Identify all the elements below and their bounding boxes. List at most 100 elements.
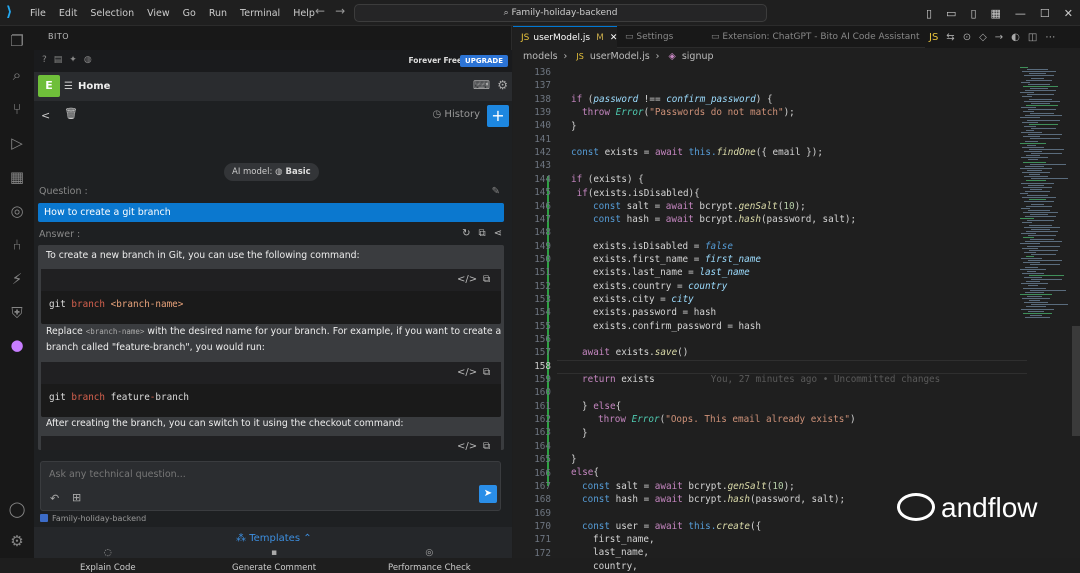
run-debug-icon[interactable]: ▷ <box>0 132 34 154</box>
menu-selection[interactable]: Selection <box>90 8 134 19</box>
extensions-icon[interactable]: ▦ <box>0 166 34 188</box>
templates-toggle[interactable]: ⁂ Templates ⌃ <box>236 533 312 544</box>
chat-icon[interactable]: ▤ <box>54 55 63 65</box>
copy-code-icon[interactable]: ⧉ <box>483 274 490 285</box>
undo-icon[interactable]: ↶ <box>50 492 59 505</box>
send-button[interactable]: ➤ <box>479 485 497 503</box>
menu-run[interactable]: Run <box>209 8 227 19</box>
menu-view[interactable]: View <box>147 8 170 19</box>
tab-extension[interactable]: ▭ Extension: ChatGPT - Bito AI Code Assi… <box>703 26 921 48</box>
remote-icon[interactable]: ◎ <box>0 200 34 222</box>
lightning-icon[interactable]: ⚡ <box>0 268 34 290</box>
minimap-line <box>1023 312 1052 314</box>
settings-tab-icon: ▭ <box>625 32 637 42</box>
layout-panel-icon[interactable]: ▭ <box>946 7 956 20</box>
new-chat-button[interactable]: + <box>487 105 509 127</box>
minimap[interactable] <box>1020 67 1072 327</box>
back-arrow-icon[interactable]: ← <box>315 4 325 18</box>
layout-sidebar-icon[interactable]: ▯ <box>926 7 932 20</box>
performance-icon: ◎ <box>425 548 434 558</box>
copy-code-icon[interactable]: ⧉ <box>483 367 490 378</box>
minimap-line <box>1025 190 1050 192</box>
git-graph-icon[interactable]: ⑃ <box>0 234 34 256</box>
gear-icon[interactable]: ⚙ <box>0 530 34 552</box>
question-input[interactable]: Ask any technical question... ↶ ⊞ ➤ <box>40 461 501 511</box>
line-number: 152 <box>534 281 551 292</box>
diff-icon[interactable]: ◇ <box>979 32 987 43</box>
ai-model-selector[interactable]: AI model: ◍ Basic <box>224 163 319 181</box>
minimap-line <box>1024 75 1054 77</box>
code-view-icon[interactable]: </> <box>457 367 477 378</box>
template-generate-comment[interactable]: ▪ Generate Comment <box>232 548 316 573</box>
trash-icon[interactable]: 🗑 <box>64 107 78 120</box>
code-line-143: if (exists) { <box>571 174 644 185</box>
share-answer-icon[interactable]: ⋖ <box>494 228 502 239</box>
menu-edit[interactable]: Edit <box>59 8 77 19</box>
layout-grid-icon[interactable]: ▦ <box>991 7 1001 20</box>
regenerate-icon[interactable]: ↻ <box>462 228 470 239</box>
github-icon[interactable]: ◐ <box>1011 32 1020 43</box>
layout-secondary-icon[interactable]: ▯ <box>970 7 976 20</box>
menu-bar: File Edit Selection View Go Run Terminal… <box>30 0 328 26</box>
command-center-search[interactable]: ⌕ Family-holiday-backend <box>354 4 767 22</box>
minimap-line <box>1029 174 1040 176</box>
breadcrumb-file[interactable]: userModel.js <box>590 51 650 62</box>
line-number: 154 <box>534 307 551 318</box>
minimap-line <box>1024 151 1042 152</box>
menu-file[interactable]: File <box>30 8 46 19</box>
maximize-icon[interactable]: ☐ <box>1040 7 1050 20</box>
minimap-line <box>1025 216 1056 218</box>
history-button[interactable]: ◷ History <box>433 109 480 120</box>
code-view-icon[interactable]: </> <box>457 441 477 450</box>
explorer-icon[interactable]: ❐ <box>0 30 34 52</box>
bito-icon[interactable]: ● <box>0 334 34 356</box>
open-changes-icon[interactable]: ⊙ <box>963 32 971 43</box>
globe-icon[interactable]: ◍ <box>84 55 92 65</box>
code-view-icon[interactable]: </> <box>457 274 477 285</box>
minimap-line <box>1030 289 1066 291</box>
forward-arrow-icon[interactable]: → <box>335 4 345 18</box>
template-performance-check[interactable]: ◎ Performance Check <box>388 548 471 573</box>
menu-go[interactable]: Go <box>183 8 196 19</box>
source-control-icon[interactable]: ⑂ <box>0 98 34 120</box>
breadcrumb-signup[interactable]: signup <box>682 51 714 62</box>
line-number: 156 <box>534 334 551 345</box>
menu-help[interactable]: Help <box>293 8 315 19</box>
minimize-icon[interactable]: — <box>1015 7 1026 20</box>
tab-settings[interactable]: ▭ Settings <box>617 26 701 48</box>
help-icon[interactable]: ? <box>42 55 47 65</box>
menu-terminal[interactable]: Terminal <box>240 8 280 19</box>
minimap-line <box>1023 111 1034 113</box>
edit-icon[interactable]: ✎ <box>492 186 500 197</box>
line-number: 167 <box>534 481 551 492</box>
workspace-label: Family-holiday-backend <box>40 514 146 523</box>
upgrade-button[interactable]: UPGRADE <box>460 55 508 67</box>
account-icon[interactable]: ◯ <box>0 498 34 520</box>
shield-icon[interactable]: ⛨ <box>0 302 34 324</box>
search-icon[interactable]: ⌕ <box>0 64 34 86</box>
home-tab[interactable]: ☰ Home <box>64 72 110 101</box>
share-icon[interactable]: < <box>41 109 50 122</box>
tab-usermodel[interactable]: JS userModel.js M ✕ <box>513 26 617 48</box>
settings-icon[interactable]: ⚙ <box>497 78 508 92</box>
template-explain-code[interactable]: ◌ Explain Code <box>80 548 136 573</box>
close-icon[interactable]: ✕ <box>1064 7 1073 20</box>
minimap-line <box>1022 146 1044 148</box>
copy-code-icon[interactable]: ⧉ <box>483 441 490 450</box>
split-editor-icon[interactable]: ◫ <box>1028 32 1037 43</box>
arrow-right-icon[interactable]: → <box>995 32 1003 43</box>
editor-scrollbar[interactable] <box>1072 326 1080 436</box>
breadcrumb-models[interactable]: models <box>523 51 558 62</box>
minimap-line <box>1023 136 1040 138</box>
compare-icon[interactable]: ⇆ <box>946 32 954 43</box>
answer-icons: ↻ ⧉ ⋖ <box>454 228 502 239</box>
twitter-icon[interactable]: ✦ <box>69 55 77 65</box>
minimap-line <box>1028 209 1050 211</box>
ai-model-label: AI model: <box>232 167 273 177</box>
more-icon[interactable]: ⋯ <box>1045 32 1055 43</box>
copy-icon[interactable]: ⧉ <box>478 228 485 239</box>
insert-code-icon[interactable]: ⊞ <box>72 491 81 504</box>
shortcut-icon[interactable]: ⌨ <box>473 78 490 92</box>
minimap-line <box>1030 214 1048 215</box>
avatar[interactable]: E <box>38 75 60 97</box>
